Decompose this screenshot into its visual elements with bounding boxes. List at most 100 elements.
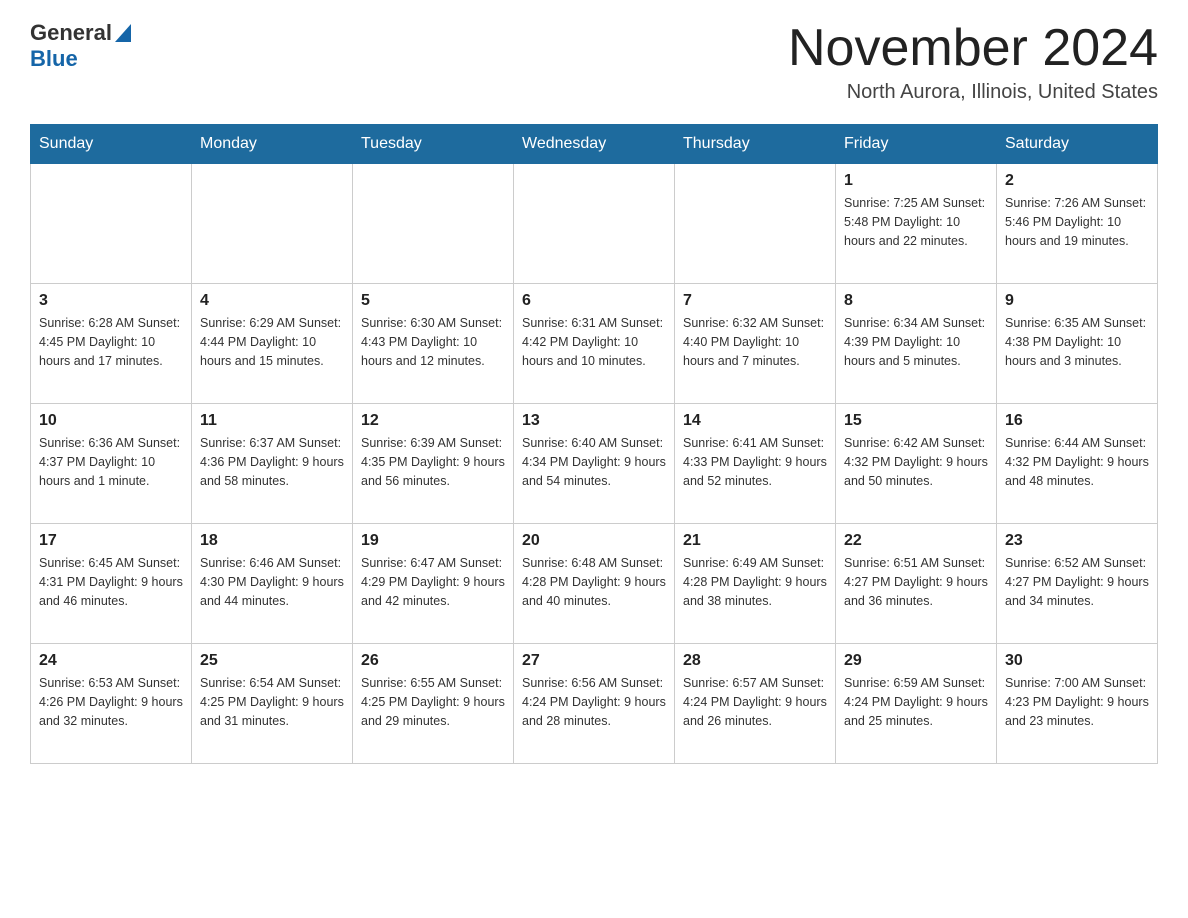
calendar-cell: 27 Sunrise: 6:56 AM Sunset: 4:24 PM Dayli…: [514, 644, 675, 764]
calendar-cell: 30 Sunrise: 7:00 AM Sunset: 4:23 PM Dayli…: [997, 644, 1158, 764]
day-info: Sunrise: 6:34 AM Sunset: 4:39 PM Dayligh…: [844, 314, 988, 370]
logo: General Blue: [30, 20, 131, 72]
weekday-header-thursday: Thursday: [675, 125, 836, 164]
day-number: 6: [522, 292, 666, 310]
day-number: 14: [683, 412, 827, 430]
day-info: Sunrise: 6:59 AM Sunset: 4:24 PM Dayligh…: [844, 674, 988, 730]
calendar-cell: [353, 164, 514, 284]
day-info: Sunrise: 6:32 AM Sunset: 4:40 PM Dayligh…: [683, 314, 827, 370]
logo-triangle-icon: [115, 24, 131, 42]
day-info: Sunrise: 7:26 AM Sunset: 5:46 PM Dayligh…: [1005, 194, 1149, 250]
calendar-cell: 24 Sunrise: 6:53 AM Sunset: 4:26 PM Dayli…: [31, 644, 192, 764]
calendar-cell: 20 Sunrise: 6:48 AM Sunset: 4:28 PM Dayli…: [514, 524, 675, 644]
day-info: Sunrise: 6:54 AM Sunset: 4:25 PM Dayligh…: [200, 674, 344, 730]
calendar-cell: 10 Sunrise: 6:36 AM Sunset: 4:37 PM Dayli…: [31, 404, 192, 524]
day-number: 20: [522, 532, 666, 550]
day-number: 21: [683, 532, 827, 550]
day-number: 18: [200, 532, 344, 550]
day-number: 11: [200, 412, 344, 430]
calendar-cell: 22Sunrise: 6:51 AM Sunset: 4:27 PM Dayli…: [836, 524, 997, 644]
weekday-header-friday: Friday: [836, 125, 997, 164]
day-info: Sunrise: 6:44 AM Sunset: 4:32 PM Dayligh…: [1005, 434, 1149, 490]
calendar-table: SundayMondayTuesdayWednesdayThursdayFrid…: [30, 124, 1158, 764]
day-number: 28: [683, 652, 827, 670]
day-info: Sunrise: 6:39 AM Sunset: 4:35 PM Dayligh…: [361, 434, 505, 490]
day-number: 15: [844, 412, 988, 430]
day-info: Sunrise: 6:41 AM Sunset: 4:33 PM Dayligh…: [683, 434, 827, 490]
day-info: Sunrise: 6:30 AM Sunset: 4:43 PM Dayligh…: [361, 314, 505, 370]
day-number: 1: [844, 172, 988, 190]
day-number: 5: [361, 292, 505, 310]
calendar-cell: 1 Sunrise: 7:25 AM Sunset: 5:48 PM Daylig…: [836, 164, 997, 284]
day-number: 8: [844, 292, 988, 310]
calendar-week-2: 3 Sunrise: 6:28 AM Sunset: 4:45 PM Daylig…: [31, 284, 1158, 404]
day-number: 30: [1005, 652, 1149, 670]
calendar-cell: 5 Sunrise: 6:30 AM Sunset: 4:43 PM Daylig…: [353, 284, 514, 404]
calendar-week-1: 1 Sunrise: 7:25 AM Sunset: 5:48 PM Daylig…: [31, 164, 1158, 284]
day-info: Sunrise: 6:42 AM Sunset: 4:32 PM Dayligh…: [844, 434, 988, 490]
calendar-cell: 28Sunrise: 6:57 AM Sunset: 4:24 PM Dayli…: [675, 644, 836, 764]
calendar-cell: 13 Sunrise: 6:40 AM Sunset: 4:34 PM Dayli…: [514, 404, 675, 524]
day-info: Sunrise: 6:51 AM Sunset: 4:27 PM Dayligh…: [844, 554, 988, 610]
day-number: 17: [39, 532, 183, 550]
calendar-cell: 14 Sunrise: 6:41 AM Sunset: 4:33 PM Dayli…: [675, 404, 836, 524]
day-info: Sunrise: 6:36 AM Sunset: 4:37 PM Dayligh…: [39, 434, 183, 490]
logo-general-text: General: [30, 20, 112, 46]
month-title: November 2024: [788, 20, 1158, 77]
day-number: 9: [1005, 292, 1149, 310]
day-number: 13: [522, 412, 666, 430]
day-number: 24: [39, 652, 183, 670]
day-number: 19: [361, 532, 505, 550]
calendar-cell: 4Sunrise: 6:29 AM Sunset: 4:44 PM Daylig…: [192, 284, 353, 404]
calendar-cell: 11 Sunrise: 6:37 AM Sunset: 4:36 PM Dayli…: [192, 404, 353, 524]
day-number: 25: [200, 652, 344, 670]
day-number: 2: [1005, 172, 1149, 190]
logo-blue-text: Blue: [30, 46, 78, 71]
calendar-cell: [31, 164, 192, 284]
calendar-cell: 6Sunrise: 6:31 AM Sunset: 4:42 PM Daylig…: [514, 284, 675, 404]
calendar-cell: 3 Sunrise: 6:28 AM Sunset: 4:45 PM Daylig…: [31, 284, 192, 404]
day-info: Sunrise: 6:52 AM Sunset: 4:27 PM Dayligh…: [1005, 554, 1149, 610]
calendar-cell: 2 Sunrise: 7:26 AM Sunset: 5:46 PM Daylig…: [997, 164, 1158, 284]
day-info: Sunrise: 6:46 AM Sunset: 4:30 PM Dayligh…: [200, 554, 344, 610]
day-info: Sunrise: 6:53 AM Sunset: 4:26 PM Dayligh…: [39, 674, 183, 730]
weekday-header-monday: Monday: [192, 125, 353, 164]
day-info: Sunrise: 6:56 AM Sunset: 4:24 PM Dayligh…: [522, 674, 666, 730]
day-number: 3: [39, 292, 183, 310]
day-number: 12: [361, 412, 505, 430]
weekday-header-saturday: Saturday: [997, 125, 1158, 164]
day-info: Sunrise: 6:45 AM Sunset: 4:31 PM Dayligh…: [39, 554, 183, 610]
day-info: Sunrise: 6:37 AM Sunset: 4:36 PM Dayligh…: [200, 434, 344, 490]
calendar-week-4: 17 Sunrise: 6:45 AM Sunset: 4:31 PM Dayli…: [31, 524, 1158, 644]
day-info: Sunrise: 6:40 AM Sunset: 4:34 PM Dayligh…: [522, 434, 666, 490]
calendar-cell: [675, 164, 836, 284]
day-info: Sunrise: 6:48 AM Sunset: 4:28 PM Dayligh…: [522, 554, 666, 610]
calendar-cell: 17 Sunrise: 6:45 AM Sunset: 4:31 PM Dayli…: [31, 524, 192, 644]
weekday-header-row: SundayMondayTuesdayWednesdayThursdayFrid…: [31, 125, 1158, 164]
calendar-cell: 29 Sunrise: 6:59 AM Sunset: 4:24 PM Dayli…: [836, 644, 997, 764]
day-number: 27: [522, 652, 666, 670]
calendar-week-3: 10 Sunrise: 6:36 AM Sunset: 4:37 PM Dayli…: [31, 404, 1158, 524]
weekday-header-sunday: Sunday: [31, 125, 192, 164]
title-area: November 2024 North Aurora, Illinois, Un…: [788, 20, 1158, 104]
day-info: Sunrise: 6:28 AM Sunset: 4:45 PM Dayligh…: [39, 314, 183, 370]
weekday-header-wednesday: Wednesday: [514, 125, 675, 164]
day-number: 10: [39, 412, 183, 430]
day-number: 23: [1005, 532, 1149, 550]
day-number: 4: [200, 292, 344, 310]
day-info: Sunrise: 6:49 AM Sunset: 4:28 PM Dayligh…: [683, 554, 827, 610]
day-number: 29: [844, 652, 988, 670]
calendar-week-5: 24 Sunrise: 6:53 AM Sunset: 4:26 PM Dayli…: [31, 644, 1158, 764]
day-number: 16: [1005, 412, 1149, 430]
calendar-cell: 19Sunrise: 6:47 AM Sunset: 4:29 PM Dayli…: [353, 524, 514, 644]
calendar-cell: [514, 164, 675, 284]
calendar-cell: 8 Sunrise: 6:34 AM Sunset: 4:39 PM Daylig…: [836, 284, 997, 404]
calendar-cell: 15 Sunrise: 6:42 AM Sunset: 4:32 PM Dayli…: [836, 404, 997, 524]
page-header: General Blue November 2024 North Aurora,…: [30, 20, 1158, 104]
day-info: Sunrise: 7:25 AM Sunset: 5:48 PM Dayligh…: [844, 194, 988, 250]
calendar-cell: 23 Sunrise: 6:52 AM Sunset: 4:27 PM Dayli…: [997, 524, 1158, 644]
calendar-cell: 21 Sunrise: 6:49 AM Sunset: 4:28 PM Dayli…: [675, 524, 836, 644]
calendar-cell: 18 Sunrise: 6:46 AM Sunset: 4:30 PM Dayli…: [192, 524, 353, 644]
calendar-cell: [192, 164, 353, 284]
day-info: Sunrise: 7:00 AM Sunset: 4:23 PM Dayligh…: [1005, 674, 1149, 730]
